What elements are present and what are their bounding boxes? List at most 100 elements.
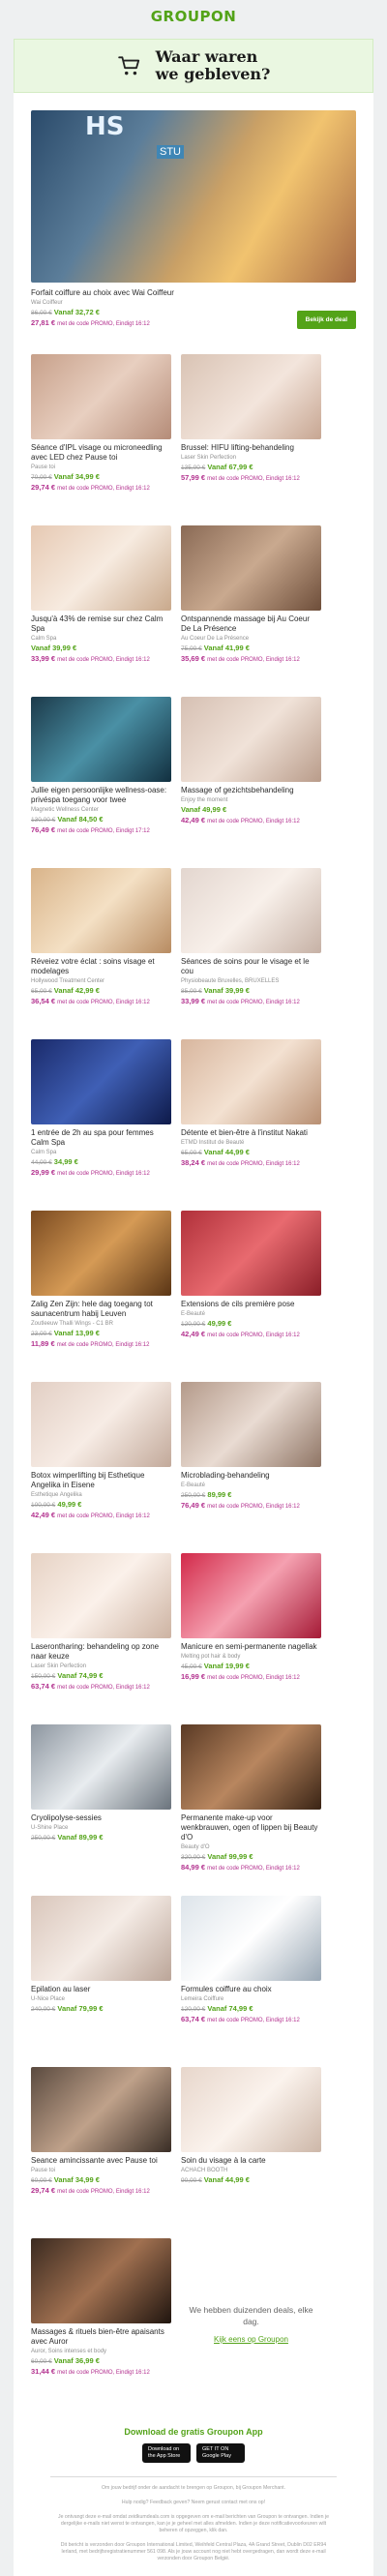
deal-title[interactable]: Séances de soins pour le visage et le co…	[181, 957, 321, 976]
deal-card[interactable]: Réveiez votre éclat : soins visage et mo…	[31, 868, 171, 1039]
deal-title[interactable]: Botox wimperlifting bij Esthetique Angel…	[31, 1471, 171, 1490]
deal-card[interactable]: Epilation au laser U-Nice Place 240,00 €…	[31, 1896, 171, 2067]
deal-image[interactable]	[181, 1382, 321, 1467]
deal-title[interactable]: Cryolipolyse-sessies	[31, 1813, 171, 1823]
old-price: 320,00 €	[181, 1854, 206, 1861]
old-price: 250,00 €	[31, 1835, 56, 1842]
deal-title[interactable]: Extensions de cils première pose	[181, 1300, 321, 1309]
deal-card[interactable]: Jusqu'à 43% de remise sur chez Calm Spa …	[31, 525, 171, 697]
promo-price-line: 42,49 € met de code PROMO, Eindigt 16:12	[181, 816, 321, 826]
deal-title[interactable]: Détente et bien-être à l'institut Nakati	[181, 1128, 321, 1138]
groupon-logo[interactable]: GROUPON	[151, 8, 237, 25]
promo-text: met de code PROMO, Eindigt 16:12	[207, 476, 300, 482]
promo-price: 36,54 €	[31, 997, 56, 1005]
deal-card[interactable]: Zalig Zen Zijn: hele dag toegang tot sau…	[31, 1211, 171, 1382]
deal-image[interactable]	[31, 1211, 171, 1296]
deal-image[interactable]	[181, 1724, 321, 1810]
promo-price-line: 42,49 € met de code PROMO, Eindigt 16:12	[31, 1511, 171, 1521]
new-price: Vanaf 36,99 €	[53, 2356, 100, 2365]
deal-card[interactable]: Massage of gezichtsbehandeling Enjoy the…	[181, 697, 321, 868]
deal-price: 240,00 € Vanaf 79,99 €	[31, 2004, 171, 2015]
deal-card[interactable]: Jullie eigen persoonlijke wellness-oase:…	[31, 697, 171, 868]
deal-card[interactable]: 1 entrée de 2h au spa pour femmes Calm S…	[31, 1039, 171, 1211]
deal-title[interactable]: Zalig Zen Zijn: hele dag toegang tot sau…	[31, 1300, 171, 1319]
promo-price-line: 38,24 € met de code PROMO, Eindigt 16:12	[181, 1158, 321, 1169]
deal-title[interactable]: Séance d'IPL visage ou microneedling ave…	[31, 443, 171, 463]
deal-title[interactable]: Massages & rituels bien-être apaisants a…	[31, 2327, 171, 2347]
deal-image[interactable]	[31, 525, 171, 611]
deal-card[interactable]: Séances de soins pour le visage et le co…	[181, 868, 321, 1039]
deal-card[interactable]: Massages & rituels bien-être apaisants a…	[31, 2238, 171, 2410]
deal-merchant: Laser Skin Perfection	[31, 1663, 87, 1669]
promo-price: 63,74 €	[181, 2015, 206, 2023]
deal-image[interactable]	[181, 525, 321, 611]
deal-image[interactable]	[31, 1382, 171, 1467]
deal-card[interactable]: Permanente make-up voor wenkbrauwen, oge…	[181, 1724, 321, 1896]
deal-image[interactable]	[181, 354, 321, 439]
promo-price: 27,81 €	[31, 318, 56, 327]
app-download-title[interactable]: Download de gratis Groupon App	[31, 2427, 356, 2437]
deal-title[interactable]: Formules coiffure au choix	[181, 1985, 321, 1994]
deal-title[interactable]: Jusqu'à 43% de remise sur chez Calm Spa	[31, 614, 171, 634]
deal-price: 250,00 € 89,99 €	[181, 1490, 321, 1501]
deal-card[interactable]: Botox wimperlifting bij Esthetique Angel…	[31, 1382, 171, 1553]
deal-title[interactable]: Manicure en semi-permanente nagellak	[181, 1642, 321, 1652]
deal-image[interactable]	[31, 697, 171, 782]
more-deals-card: We hebben duizenden deals, elke dag. Kij…	[181, 2238, 321, 2410]
deal-image[interactable]	[181, 868, 321, 953]
deal-card[interactable]: Microblading-behandeling E-Beauté 250,00…	[181, 1382, 321, 1553]
deal-card[interactable]: Formules coiffure au choix Lemeira Coiff…	[181, 1896, 321, 2067]
deal-title[interactable]: Forfait coiffure au choix avec Wai Coiff…	[31, 288, 297, 298]
deal-card[interactable]: Seance amincissante avec Pause toi Pause…	[31, 2067, 171, 2238]
deal-image[interactable]	[31, 1724, 171, 1810]
google-play-badge[interactable]: GET IT ON Google Play	[196, 2443, 245, 2463]
deal-title[interactable]: 1 entrée de 2h au spa pour femmes Calm S…	[31, 1128, 171, 1148]
deal-card[interactable]: Séance d'IPL visage ou microneedling ave…	[31, 354, 171, 525]
hero-deal[interactable]: HS STU Forfait coiffure au choix avec Wa…	[31, 110, 356, 329]
deal-image[interactable]	[31, 1553, 171, 1638]
deal-card[interactable]: Cryolipolyse-sessies U-Shine Place 250,0…	[31, 1724, 171, 1896]
deal-title[interactable]: Jullie eigen persoonlijke wellness-oase:…	[31, 786, 171, 805]
old-price: 65,00 €	[181, 1150, 202, 1156]
deal-card[interactable]: Soin du visage à la carte ACHACH BOOTH 9…	[181, 2067, 321, 2238]
view-deal-button[interactable]: Bekijk de deal	[296, 311, 356, 329]
deal-image[interactable]	[31, 1039, 171, 1124]
deal-image[interactable]	[181, 1553, 321, 1638]
new-price: Vanaf 34,99 €	[53, 472, 100, 481]
browse-groupon-link[interactable]: Kijk eens op Groupon	[214, 2335, 288, 2344]
deal-merchant: Pause toi	[31, 2168, 56, 2173]
deal-title[interactable]: Ontspannende massage bij Au Coeur De La …	[181, 614, 321, 634]
new-price: Vanaf 79,99 €	[57, 2004, 104, 2013]
deal-image[interactable]	[181, 697, 321, 782]
deal-title[interactable]: Soin du visage à la carte	[181, 2156, 321, 2166]
deal-card[interactable]: Laserontharing: behandeling op zone naar…	[31, 1553, 171, 1724]
deal-card[interactable]: Brussel: HIFU lifting-behandeling Laser …	[181, 354, 321, 525]
old-price: 240,00 €	[31, 2006, 56, 2013]
deal-card[interactable]: Détente et bien-être à l'institut Nakati…	[181, 1039, 321, 1211]
hero-deal-image[interactable]: HS STU	[31, 110, 356, 283]
deal-card[interactable]: Ontspannende massage bij Au Coeur De La …	[181, 525, 321, 697]
deal-title[interactable]: Microblading-behandeling	[181, 1471, 321, 1481]
deal-image[interactable]	[181, 2067, 321, 2152]
deal-image[interactable]	[181, 1211, 321, 1296]
deal-title[interactable]: Laserontharing: behandeling op zone naar…	[31, 1642, 171, 1662]
deal-title[interactable]: Réveiez votre éclat : soins visage et mo…	[31, 957, 171, 976]
deal-title[interactable]: Permanente make-up voor wenkbrauwen, oge…	[181, 1813, 321, 1842]
deal-image[interactable]	[181, 1039, 321, 1124]
deal-image[interactable]	[31, 354, 171, 439]
deal-image[interactable]	[31, 1896, 171, 1981]
deal-image[interactable]	[31, 2238, 171, 2323]
deal-title[interactable]: Massage of gezichtsbehandeling	[181, 786, 321, 795]
deal-card[interactable]: Manicure en semi-permanente nagellak Mel…	[181, 1553, 321, 1724]
deal-title[interactable]: Brussel: HIFU lifting-behandeling	[181, 443, 321, 453]
deal-card[interactable]: Extensions de cils première pose E-Beaut…	[181, 1211, 321, 1382]
deal-title[interactable]: Epilation au laser	[31, 1985, 171, 1994]
deal-merchant: Physiobeaute Bruxelles, BRUXELLES	[181, 978, 280, 984]
deal-image[interactable]	[31, 868, 171, 953]
banner-heading: Waar waren we gebleven?	[156, 48, 271, 83]
app-store-badge[interactable]: Download on the App Store	[142, 2443, 191, 2463]
deal-image[interactable]	[181, 1896, 321, 1981]
deal-title[interactable]: Seance amincissante avec Pause toi	[31, 2156, 171, 2166]
deal-image[interactable]	[31, 2067, 171, 2152]
old-price: 120,00 €	[181, 1321, 206, 1328]
